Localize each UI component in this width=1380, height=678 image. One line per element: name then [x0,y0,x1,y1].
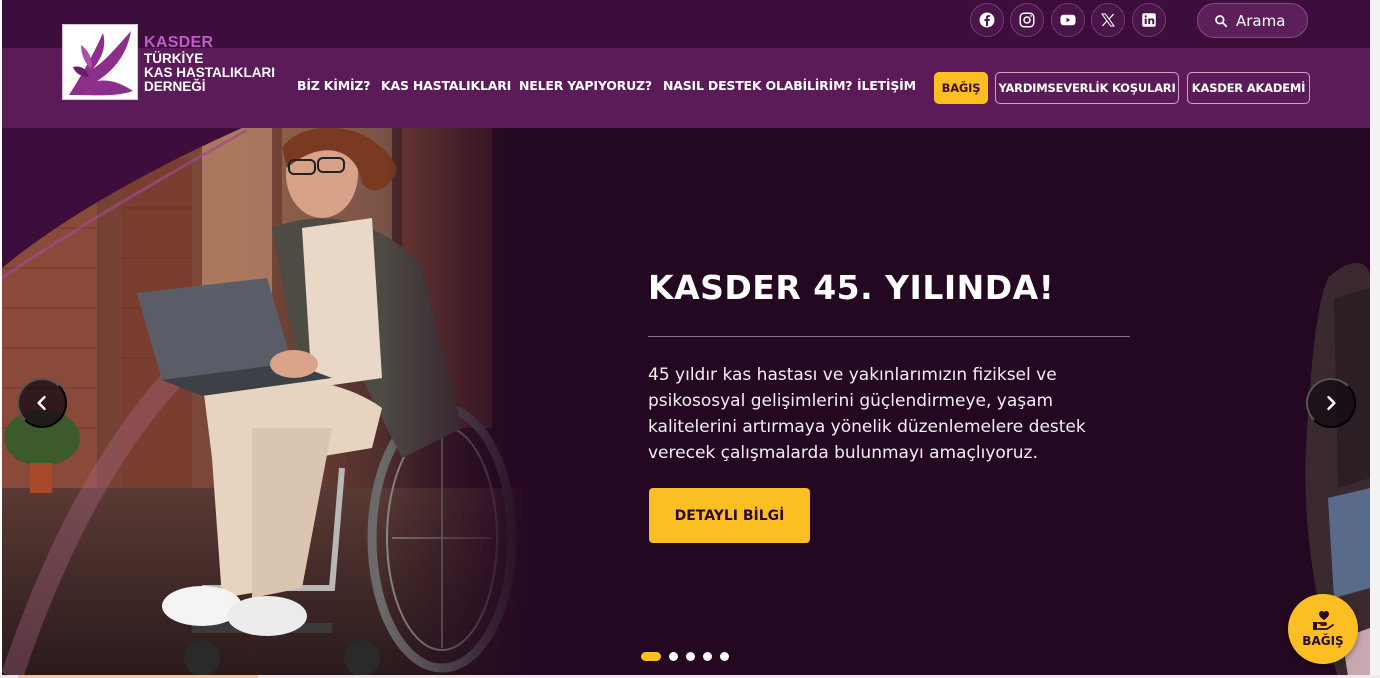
nav-charity-runs-button[interactable]: YARDIMSEVERLİK KOŞULARI [995,72,1179,104]
floating-donate-label: BAĞIŞ [1302,634,1344,648]
page: KASDER TÜRKİYE KAS HASTALIKLARI DERNEĞİ … [0,0,1380,678]
kasder-logo[interactable] [62,24,138,100]
nav-item-how-to-support[interactable]: NASIL DESTEK OLABİLİRİM? [663,78,853,93]
search-button[interactable]: Arama [1197,3,1308,38]
slider-dot-5[interactable] [720,652,729,661]
hero-photo-woman-wheelchair [2,128,532,676]
floating-donate-button[interactable]: BAĞIŞ [1288,594,1358,664]
x-link[interactable] [1091,3,1125,37]
hero-title: KASDER 45. YILINDA! [648,268,1055,307]
slider-dot-4[interactable] [703,652,712,661]
slider-dot-2[interactable] [669,652,678,661]
nav-item-contact[interactable]: İLETİŞİM [857,78,916,93]
logo-line-2: KAS HASTALIKLARI [144,65,275,80]
slider-dot-1[interactable] [641,652,661,661]
hero-description: 45 yıldır kas hastası ve yakınlarımızın … [648,365,1086,463]
linkedin-icon [1142,13,1156,27]
page-right-edge [1370,0,1380,678]
nav-item-what-we-do[interactable]: NELER YAPIYORUZ? [519,78,652,93]
instagram-icon [1019,12,1035,28]
nav-item-muscle-diseases[interactable]: KAS HASTALIKLARI [381,78,511,93]
logo-emblem-icon [63,25,137,99]
x-icon [1100,13,1116,27]
logo-line-1: TÜRKİYE [144,51,204,66]
slider-pagination [641,652,729,661]
search-label: Arama [1236,11,1286,30]
hero-divider [648,336,1130,337]
chevron-right-icon [1327,395,1336,411]
facebook-icon [979,12,995,28]
slider-next-button[interactable] [1306,378,1356,428]
nav-donate-button[interactable]: BAĞIŞ [934,72,988,104]
logo-text[interactable]: KASDER TÜRKİYE KAS HASTALIKLARI DERNEĞİ [144,34,275,94]
nav-academy-button[interactable]: KASDER AKADEMİ [1187,72,1310,104]
linkedin-link[interactable] [1132,3,1166,37]
slider-prev-button[interactable] [17,378,67,428]
hero-detail-button[interactable]: DETAYLI BİLGİ [649,488,810,543]
logo-line-3: DERNEĞİ [144,79,206,94]
donate-hand-heart-icon [1313,610,1334,630]
search-icon [1215,14,1228,27]
nav-item-about[interactable]: BİZ KİMİZ? [297,78,371,93]
youtube-icon [1060,14,1076,26]
logo-short-name: KASDER [144,34,214,51]
instagram-link[interactable] [1010,3,1044,37]
youtube-link[interactable] [1051,3,1085,37]
slider-dot-3[interactable] [686,652,695,661]
chevron-left-icon [37,395,46,411]
facebook-link[interactable] [970,3,1004,37]
